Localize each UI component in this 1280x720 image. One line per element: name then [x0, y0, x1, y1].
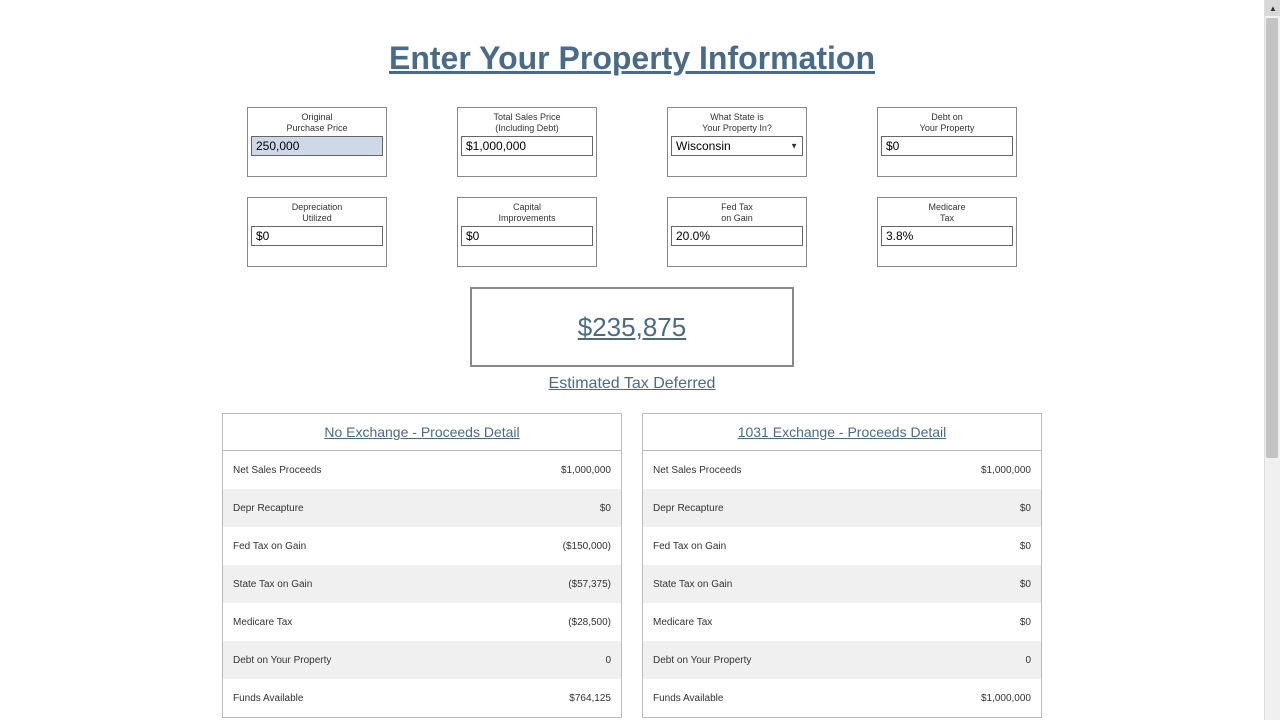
capital-label: CapitalImprovements	[461, 202, 593, 224]
capital-input[interactable]	[461, 226, 593, 246]
table-row: Net Sales Proceeds$1,000,000	[223, 451, 621, 489]
depreciation-input[interactable]	[251, 226, 383, 246]
table-row: Depr Recapture$0	[223, 489, 621, 527]
table-row: Fed Tax on Gain$0	[643, 527, 1041, 565]
table-row: State Tax on Gain$0	[643, 565, 1041, 603]
purchase-price-input[interactable]	[251, 136, 383, 156]
exchange-table: 1031 Exchange - Proceeds Detail Net Sale…	[642, 413, 1042, 718]
chevron-down-icon: ▼	[790, 141, 798, 150]
input-grid: OriginalPurchase Price Total Sales Price…	[247, 107, 1017, 267]
medicare-input[interactable]	[881, 226, 1013, 246]
table-row: Medicare Tax$0	[643, 603, 1041, 641]
scrollbar[interactable]: ▲	[1264, 0, 1280, 720]
page-title: Enter Your Property Information	[0, 40, 1264, 77]
sales-price-input[interactable]	[461, 136, 593, 156]
result-box: $235,875	[470, 287, 794, 367]
depreciation-box: DepreciationUtilized	[247, 197, 387, 267]
table-row: Fed Tax on Gain($150,000)	[223, 527, 621, 565]
table-row: Funds Available$1,000,000	[643, 679, 1041, 717]
sales-price-label: Total Sales Price(Including Debt)	[461, 112, 593, 134]
exchange-header: 1031 Exchange - Proceeds Detail	[643, 414, 1041, 451]
table-row: Debt on Your Property0	[223, 641, 621, 679]
state-select-value: Wisconsin	[676, 139, 731, 153]
scroll-up-icon[interactable]: ▲	[1265, 0, 1280, 16]
state-label: What State isYour Property In?	[671, 112, 803, 134]
no-exchange-table: No Exchange - Proceeds Detail Net Sales …	[222, 413, 622, 718]
purchase-price-label: OriginalPurchase Price	[251, 112, 383, 134]
capital-box: CapitalImprovements	[457, 197, 597, 267]
table-row: Net Sales Proceeds$1,000,000	[643, 451, 1041, 489]
fed-tax-box: Fed Taxon Gain	[667, 197, 807, 267]
table-row: Medicare Tax($28,500)	[223, 603, 621, 641]
table-row: Funds Available$764,125	[223, 679, 621, 717]
debt-label: Debt onYour Property	[881, 112, 1013, 134]
fed-tax-input[interactable]	[671, 226, 803, 246]
medicare-box: MedicareTax	[877, 197, 1017, 267]
table-row: Debt on Your Property0	[643, 641, 1041, 679]
scroll-thumb[interactable]	[1266, 18, 1278, 458]
table-row: Depr Recapture$0	[643, 489, 1041, 527]
no-exchange-header: No Exchange - Proceeds Detail	[223, 414, 621, 451]
fed-tax-label: Fed Taxon Gain	[671, 202, 803, 224]
state-select[interactable]: Wisconsin ▼	[671, 136, 803, 156]
result-caption: Estimated Tax Deferred	[0, 375, 1264, 393]
table-row: State Tax on Gain($57,375)	[223, 565, 621, 603]
debt-input[interactable]	[881, 136, 1013, 156]
sales-price-box: Total Sales Price(Including Debt)	[457, 107, 597, 177]
debt-box: Debt onYour Property	[877, 107, 1017, 177]
depreciation-label: DepreciationUtilized	[251, 202, 383, 224]
result-value: $235,875	[578, 312, 686, 343]
purchase-price-box: OriginalPurchase Price	[247, 107, 387, 177]
state-box: What State isYour Property In? Wisconsin…	[667, 107, 807, 177]
medicare-label: MedicareTax	[881, 202, 1013, 224]
tables-container: No Exchange - Proceeds Detail Net Sales …	[0, 413, 1264, 720]
